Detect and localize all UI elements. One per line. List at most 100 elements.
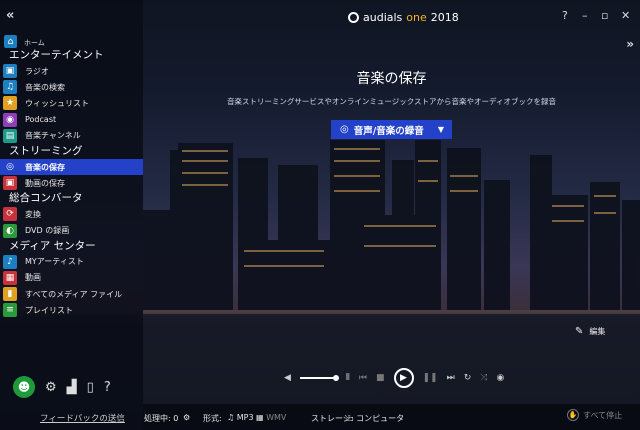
shuffle-icon[interactable]: ⤨: [480, 373, 487, 383]
audials-window: audials one 2018 ? – ▫ ✕ » « ⌂ ホーム エンターテ…: [0, 0, 640, 430]
sidebar-section-title: 総合コンバータ: [9, 192, 83, 205]
play-button[interactable]: ▶: [393, 368, 414, 388]
volume-icon[interactable]: ◀: [284, 373, 291, 383]
paint-tools-icon[interactable]: ▟: [67, 380, 77, 395]
dvd-icon: ◐: [3, 223, 17, 238]
app-name: audials: [363, 11, 403, 24]
processing-status: 処理中: 0: [144, 413, 178, 424]
video-icon: ▦: [3, 270, 17, 285]
sidebar-item-home[interactable]: ⌂ ホーム: [0, 34, 143, 48]
sidebar-item-label: 音楽の検索: [25, 82, 65, 92]
music-record-icon: ◎: [3, 160, 17, 175]
expand-right-icon[interactable]: »: [626, 37, 634, 51]
sidebar-item[interactable]: ★ ウィッシュリスト: [0, 95, 143, 111]
app-year: 2018: [430, 11, 459, 24]
app-edition: one: [406, 11, 427, 24]
format-wmv-label: WMV: [266, 413, 287, 422]
format-mp3[interactable]: ♫ MP3: [227, 413, 254, 422]
page-subtitle: 音楽ストリーミングサービスやオンラインミュージックストアから音楽やオーディオブッ…: [226, 97, 557, 106]
help-window-icon[interactable]: ?: [562, 9, 568, 22]
sidebar-item-label: プレイリスト: [25, 305, 73, 315]
status-bar: 処理中: 0 ⚙ 形式: ♫ MP3 ▦ WMV ストレージ: ▭ コンピュータ: [143, 404, 640, 430]
stop-all-icon: ✋: [567, 409, 579, 421]
sidebar-item[interactable]: ▮ すべてのメディア ファイル: [0, 286, 143, 302]
sidebar-item-label: 変換: [25, 209, 41, 219]
storage-value: コンピュータ: [356, 414, 405, 423]
sidebar-item-label: すべてのメディア ファイル: [25, 289, 123, 299]
sidebar-item-label: Podcast: [25, 115, 57, 125]
sidebar-item-label: MYアーティスト: [25, 257, 84, 267]
devices-icon[interactable]: ▯: [87, 380, 94, 395]
convert-icon: ⟳: [3, 207, 17, 222]
sidebar-item[interactable]: ▤ 音楽チャンネル: [0, 128, 143, 144]
sidebar-item[interactable]: ◐ DVD の録画: [0, 223, 143, 239]
record-audio-button[interactable]: ◎ 音声/音楽の録音 ▼: [331, 120, 452, 139]
format-mp3-label: MP3: [236, 413, 254, 422]
wishlist-icon: ★: [3, 96, 17, 111]
sidebar-item[interactable]: ♪ MYアーティスト: [0, 254, 143, 270]
record-audio-label: 音声/音楽の録音: [353, 125, 424, 137]
record-icon: ◎: [340, 124, 349, 135]
artist-icon: ♪: [3, 254, 17, 269]
stop-all-button[interactable]: ✋ すべて停止: [567, 409, 622, 421]
video-record-icon: ▣: [3, 176, 17, 191]
help-button[interactable]: ?: [104, 380, 111, 395]
minimize-icon[interactable]: –: [582, 9, 588, 22]
sidebar-item-label: 動画の保存: [25, 178, 65, 188]
sidebar-item[interactable]: ▣ ラジオ: [0, 63, 143, 79]
format-label: 形式:: [203, 414, 222, 423]
sidebar-section-title: ストリーミング: [9, 144, 83, 157]
sidebar-item[interactable]: ⟳ 変換: [0, 206, 143, 222]
edit-button[interactable]: ✎ 編集: [575, 326, 605, 337]
sidebar-item[interactable]: ◎ 音楽の保存: [0, 158, 143, 176]
processing-label: 処理中:: [144, 414, 171, 423]
sidebar-item-home-label: ホーム: [24, 39, 45, 47]
repeat-icon[interactable]: ↻: [464, 373, 472, 383]
visualizer-eye-icon[interactable]: ◉: [496, 373, 504, 383]
sidebar-item[interactable]: ♫ 音楽の検索: [0, 79, 143, 95]
music-channel-icon: ▤: [3, 128, 17, 143]
equalizer-icon[interactable]: ⦀: [346, 373, 350, 383]
page-title: 音楽の保存: [356, 71, 427, 87]
settings-small-icon[interactable]: ⚙: [183, 413, 190, 422]
volume-slider[interactable]: [299, 375, 339, 381]
collapse-sidebar-icon[interactable]: «: [6, 8, 14, 23]
media-files-icon: ▮: [3, 287, 17, 302]
user-account-icon[interactable]: ☻: [13, 376, 35, 398]
next-track-icon[interactable]: ⏭: [447, 373, 455, 383]
player-controls: ◀ ⦀ ⏮ ■ ▶ ❚❚ ⏭ ↻ ⤨ ◉: [284, 368, 513, 388]
sidebar-item[interactable]: ≡ プレイリスト: [0, 302, 143, 318]
film-icon: ▦: [256, 413, 264, 422]
music-search-icon: ♫: [3, 80, 17, 95]
settings-gear-icon[interactable]: ⚙: [45, 380, 57, 395]
stop-icon[interactable]: ■: [376, 373, 385, 383]
sidebar-item-label: 音楽チャンネル: [25, 131, 81, 141]
edit-label: 編集: [589, 327, 606, 336]
sidebar-item[interactable]: ▦ 動画: [0, 270, 143, 286]
chevron-down-icon[interactable]: ▼: [438, 125, 444, 134]
restore-icon[interactable]: ▫: [601, 9, 608, 22]
pause-icon[interactable]: ❚❚: [423, 373, 438, 383]
pencil-icon: ✎: [575, 326, 584, 337]
sidebar-section-title: メディア センター: [9, 239, 96, 252]
format-wmv[interactable]: ▦ WMV: [256, 413, 286, 422]
storage-target[interactable]: ▭ コンピュータ: [346, 413, 404, 424]
podcast-icon: ◉: [3, 112, 17, 127]
sidebar-section-title: エンターテイメント: [9, 49, 104, 61]
music-note-icon: ♫: [227, 413, 235, 422]
sidebar-item[interactable]: ◉ Podcast: [0, 112, 143, 128]
sidebar-item[interactable]: ▣ 動画の保存: [0, 175, 143, 191]
sidebar-item-label: 動画: [25, 273, 41, 283]
processing-count: 0: [173, 414, 179, 423]
previous-track-icon[interactable]: ⏮: [359, 373, 367, 383]
audials-logo-icon: [348, 12, 359, 23]
sidebar-item-label: ラジオ: [25, 66, 49, 76]
app-logo: audials one 2018: [348, 11, 459, 24]
sidebar-item-label: DVD の録画: [25, 226, 70, 236]
close-icon[interactable]: ✕: [621, 9, 630, 22]
computer-icon: ▭: [346, 414, 354, 423]
sidebar-sections: エンターテイメント ▣ ラジオ ♫ 音楽の検索 ★ ウィッシュリスト ◉ Podcast ▤ 音楽チ…: [0, 48, 143, 318]
sidebar-bottom-toolbar: ☻ ⚙ ▟ ▯ ?: [13, 376, 111, 398]
feedback-link[interactable]: フィードバックの送信: [40, 412, 125, 424]
stop-all-label: すべて停止: [583, 410, 623, 420]
